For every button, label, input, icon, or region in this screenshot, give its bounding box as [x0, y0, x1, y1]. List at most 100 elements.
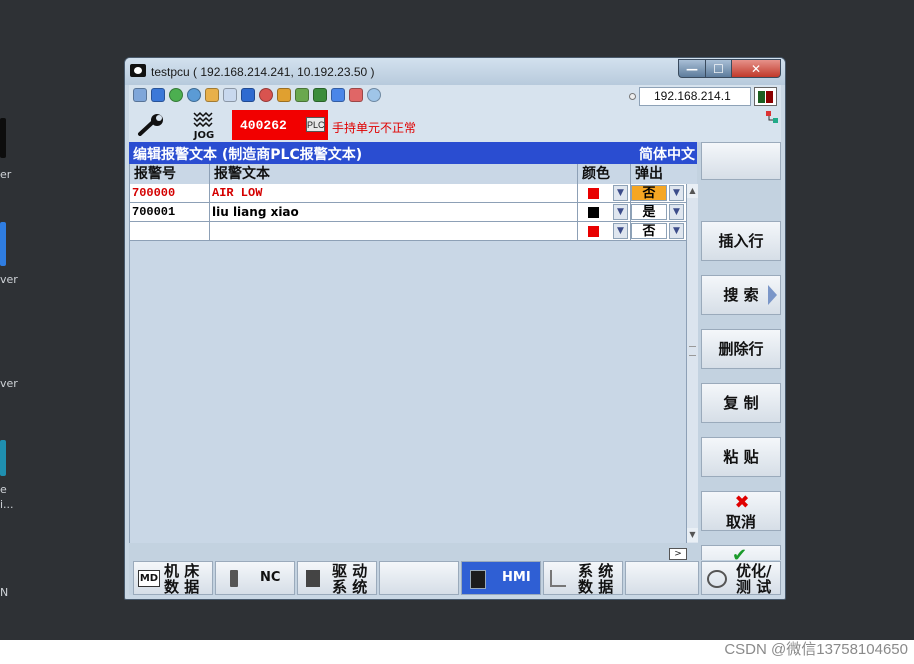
popup-value[interactable]: 是	[631, 204, 667, 220]
machine-status-row: JOG 400262 PLC 手持单元不正常	[129, 108, 781, 142]
language-indicator: 简体中文	[639, 147, 695, 163]
download-icon[interactable]	[349, 88, 363, 102]
hmi-client-area: 192.168.214.1 JOG 400262 PLC 手持单元不正常 编辑报…	[129, 85, 781, 595]
book-icon[interactable]	[241, 88, 255, 102]
window-icon[interactable]	[151, 88, 165, 102]
toolbar: 192.168.214.1	[129, 85, 781, 108]
search-label: 搜 索	[723, 286, 759, 304]
transfer-icon[interactable]	[331, 88, 345, 102]
vertical-scrollbar[interactable]: ▲ ▼	[686, 184, 698, 543]
ball-icon[interactable]	[259, 88, 273, 102]
drive-line1: 驱 动	[332, 562, 368, 580]
popup-cell[interactable]: 是 ▼	[631, 203, 686, 221]
jog-mode-indicator: JOG	[184, 109, 224, 141]
machine-data-line2: 数 据	[164, 578, 200, 596]
flag-icon[interactable]	[277, 88, 291, 102]
minimize-button[interactable]: —	[678, 59, 706, 78]
desktop-label-6: N	[0, 586, 9, 599]
network-status-icon	[766, 111, 778, 123]
color-cell[interactable]: ▼	[578, 184, 631, 202]
text-icon[interactable]	[223, 88, 237, 102]
desktop-label-2: ver	[0, 273, 18, 286]
insert-row-button[interactable]: 插入行	[701, 221, 781, 261]
system-data-line1: 系 统	[578, 562, 614, 580]
nc-button[interactable]: NC	[215, 561, 295, 595]
title-bar[interactable]: testpcu ( 192.168.214.241, 10.192.23.50 …	[125, 58, 785, 85]
maximize-button[interactable]: ☐	[705, 59, 732, 78]
close-button[interactable]: ✕	[731, 59, 781, 78]
desktop-label-3: ver	[0, 377, 18, 390]
table-row[interactable]: ▼ 否 ▼	[130, 222, 686, 241]
color-cell[interactable]: ▼	[578, 222, 631, 240]
popup-cell[interactable]: 否 ▼	[631, 222, 686, 240]
active-alarm[interactable]: 400262 PLC	[232, 110, 328, 140]
optimize-test-button[interactable]: 优化/ 测 试	[701, 561, 781, 595]
drive-line2: 系 统	[332, 578, 368, 596]
alarm-number: 400262	[240, 118, 287, 133]
nc-label: NC	[260, 570, 281, 585]
optimize-line2: 测 试	[736, 578, 772, 596]
page-title: 编辑报警文本 (制造商PLC报警文本)	[133, 147, 363, 163]
alarm-number-cell[interactable]	[130, 222, 210, 240]
machine-data-line1: 机 床	[164, 562, 200, 580]
alarm-text-cell[interactable]: AIR LOW	[210, 184, 578, 202]
traffic-light-icon	[754, 87, 777, 106]
puzzle-icon[interactable]	[295, 88, 309, 102]
alarm-text-cell[interactable]: liu liang xiao	[210, 203, 578, 221]
table-row[interactable]: 700000 AIR LOW ▼ 否 ▼	[130, 184, 686, 203]
desktop-icon-1[interactable]	[0, 118, 6, 158]
desktop-label-5: i...	[0, 498, 14, 511]
refresh-icon[interactable]	[187, 88, 201, 102]
delete-row-button[interactable]: 删除行	[701, 329, 781, 369]
scroll-down-arrow[interactable]: ▼	[687, 528, 698, 542]
popup-dropdown-arrow[interactable]: ▼	[669, 223, 684, 239]
globe-icon[interactable]	[169, 88, 183, 102]
alarm-number-cell[interactable]: 700000	[130, 184, 210, 202]
system-data-button[interactable]: 系 统 数 据	[543, 561, 623, 595]
popup-dropdown-arrow[interactable]: ▼	[669, 185, 684, 201]
tree-icon[interactable]	[313, 88, 327, 102]
copy-button[interactable]: 复 制	[701, 383, 781, 423]
color-dropdown-arrow[interactable]: ▼	[613, 223, 628, 239]
color-dropdown-arrow[interactable]: ▼	[613, 204, 628, 220]
hmi-label: HMI	[502, 570, 531, 585]
cancel-label: 取消	[725, 513, 756, 531]
link-icon[interactable]	[367, 88, 381, 102]
network-icon[interactable]	[133, 88, 147, 102]
popup-value[interactable]: 否	[631, 185, 667, 201]
md-icon: MD	[138, 570, 160, 587]
cancel-button[interactable]: ✖ 取消	[701, 491, 781, 531]
eye-icon	[130, 64, 146, 77]
paste-button[interactable]: 粘 贴	[701, 437, 781, 477]
system-data-line2: 数 据	[578, 578, 614, 596]
hmi-button[interactable]: HMI	[461, 561, 541, 595]
table-row[interactable]: 700001 liu liang xiao ▼ 是 ▼	[130, 203, 686, 222]
col-header-color: 颜色	[578, 164, 631, 184]
alarm-text-cell[interactable]	[210, 222, 578, 240]
settings-icon[interactable]	[205, 88, 219, 102]
vsk-empty-top[interactable]	[701, 142, 781, 180]
popup-value[interactable]: 否	[631, 223, 667, 239]
hsk-empty-7[interactable]	[625, 561, 699, 595]
drive-system-button[interactable]: 驱 动 系 统	[297, 561, 377, 595]
desktop-label-1: er	[0, 168, 12, 181]
desktop-icon-4[interactable]	[0, 440, 6, 476]
scroll-up-arrow[interactable]: ▲	[687, 184, 698, 198]
ip-address-field[interactable]: 192.168.214.1	[639, 87, 751, 106]
popup-dropdown-arrow[interactable]: ▼	[669, 204, 684, 220]
machine-data-button[interactable]: MD 机 床 数 据	[133, 561, 213, 595]
alarm-number-cell[interactable]: 700001	[130, 203, 210, 221]
color-cell[interactable]: ▼	[578, 203, 631, 221]
search-button[interactable]: 搜 索	[701, 275, 781, 315]
submenu-arrow-icon	[768, 285, 777, 305]
color-swatch	[588, 207, 599, 218]
color-dropdown-arrow[interactable]: ▼	[613, 185, 628, 201]
optimize-line1: 优化/	[736, 562, 772, 580]
desktop-icon-2[interactable]	[0, 222, 6, 266]
system-tree-icon	[550, 570, 566, 587]
popup-cell[interactable]: 否 ▼	[631, 184, 686, 202]
col-header-popup: 弹出	[631, 164, 686, 184]
scroll-right-button[interactable]: >	[669, 548, 687, 560]
hsk-empty-4[interactable]	[379, 561, 459, 595]
scroll-grip-icon[interactable]	[689, 346, 696, 356]
